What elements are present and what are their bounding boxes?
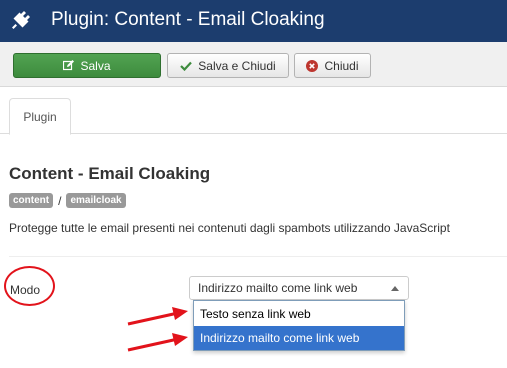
close-button-label: Chiudi (324, 58, 359, 73)
plugin-title: Content - Email Cloaking (9, 164, 211, 183)
tab-bar: Plugin (0, 98, 507, 135)
annotation-circle (4, 266, 55, 306)
badge-separator: / (58, 193, 62, 208)
save-and-close-label: Salva e Chiudi (198, 58, 276, 73)
option-indirizzo-mailto[interactable]: Indirizzo mailto come link web (194, 326, 404, 350)
option-testo-senza-link[interactable]: Testo senza link web (194, 302, 404, 326)
badge-content: content (9, 193, 54, 208)
page-title: Plugin: Content - Email Cloaking (51, 9, 325, 30)
close-button[interactable]: Chiudi (294, 53, 371, 78)
save-button-label: Salva (80, 58, 111, 73)
badge-emailcloak: emailcloak (66, 193, 126, 208)
close-circle-icon (306, 59, 319, 72)
toolbar: Salva Salva e Chiudi Chiudi (0, 42, 507, 87)
check-icon (180, 61, 193, 71)
save-and-close-button[interactable]: Salva e Chiudi (167, 53, 289, 78)
annotation-arrow-2 (127, 333, 188, 352)
edit-icon (63, 60, 75, 71)
title-bar: Plugin: Content - Email Cloaking (0, 0, 507, 42)
divider (9, 256, 507, 257)
plugin-badges: content / emailcloak (9, 193, 126, 208)
tab-plugin[interactable]: Plugin (9, 98, 71, 135)
plug-icon (12, 11, 30, 29)
plugin-description: Protegge tutte le email presenti nei con… (9, 221, 450, 235)
modo-dropdown: Testo senza link web Indirizzo mailto co… (193, 300, 405, 351)
modo-select-value: Indirizzo mailto come link web (198, 281, 358, 295)
modo-select[interactable]: Indirizzo mailto come link web (189, 276, 409, 300)
save-button[interactable]: Salva (13, 53, 161, 78)
caret-up-icon (391, 286, 399, 291)
annotation-arrow-1 (127, 307, 188, 326)
